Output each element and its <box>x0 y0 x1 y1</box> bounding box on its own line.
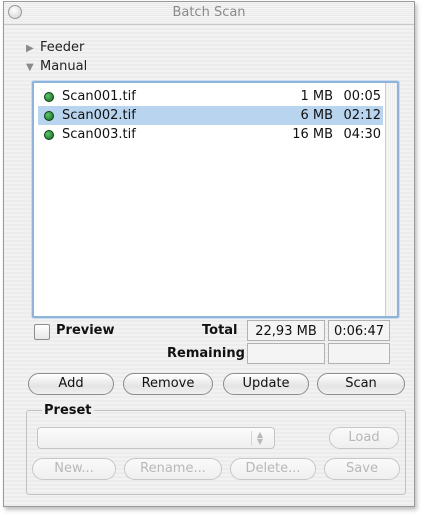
preview-checkbox[interactable] <box>34 324 50 340</box>
preset-group <box>26 410 406 495</box>
add-button[interactable]: Add <box>28 373 114 395</box>
remaining-size-field <box>247 343 325 364</box>
total-size-field: 22,93 MB <box>247 320 325 341</box>
total-label: Total <box>202 323 238 338</box>
file-time: 02:12 <box>343 108 381 123</box>
status-dot-icon <box>44 130 54 140</box>
feeder-disclosure[interactable]: ▶ Feeder <box>26 40 84 55</box>
status-dot-icon <box>44 92 54 102</box>
title-bar[interactable]: Batch Scan <box>4 2 414 25</box>
preset-popup[interactable]: ▲ ▼ <box>37 427 275 449</box>
rename-button[interactable]: Rename... <box>124 458 222 480</box>
manual-disclosure[interactable]: ▼ Manual <box>26 59 87 74</box>
delete-button[interactable]: Delete... <box>230 458 316 480</box>
status-dot-icon <box>44 111 54 121</box>
file-row[interactable]: Scan003.tif 16 MB 04:30 <box>38 125 383 144</box>
file-row[interactable]: Scan001.tif 1 MB 00:05 <box>38 87 383 106</box>
file-row-selected[interactable]: Scan002.tif 6 MB 02:12 <box>38 106 383 125</box>
file-size: 1 MB <box>300 89 333 104</box>
new-button[interactable]: New... <box>32 458 116 480</box>
remove-button[interactable]: Remove <box>123 373 213 395</box>
popup-arrows-icon: ▲ ▼ <box>251 431 268 446</box>
file-name: Scan002.tif <box>62 108 136 123</box>
list-scrollbar[interactable] <box>385 83 397 316</box>
preview-label[interactable]: Preview <box>56 323 115 338</box>
file-time: 00:05 <box>343 89 381 104</box>
preset-label: Preset <box>42 403 94 418</box>
scan-button[interactable]: Scan <box>317 373 405 395</box>
feeder-label: Feeder <box>40 40 85 55</box>
manual-label: Manual <box>40 59 88 74</box>
disclosure-down-icon[interactable]: ▼ <box>26 62 40 73</box>
file-size: 16 MB <box>292 127 333 142</box>
update-button[interactable]: Update <box>223 373 309 395</box>
disclosure-right-icon[interactable]: ▶ <box>26 43 40 54</box>
window-title: Batch Scan <box>172 5 246 20</box>
batch-scan-window: Batch Scan ▶ Feeder ▼ Manual Scan001.tif 1… <box>3 1 415 507</box>
file-name: Scan003.tif <box>62 127 136 142</box>
remaining-label: Remaining <box>167 346 245 361</box>
load-button[interactable]: Load <box>329 427 399 449</box>
file-size: 6 MB <box>300 108 333 123</box>
file-time: 04:30 <box>343 127 381 142</box>
remaining-time-field <box>328 343 390 364</box>
save-button[interactable]: Save <box>324 458 400 480</box>
total-time-field: 0:06:47 <box>328 320 390 341</box>
scan-file-list[interactable]: Scan001.tif 1 MB 00:05 Scan002.tif 6 MB … <box>32 81 399 318</box>
file-name: Scan001.tif <box>62 89 136 104</box>
